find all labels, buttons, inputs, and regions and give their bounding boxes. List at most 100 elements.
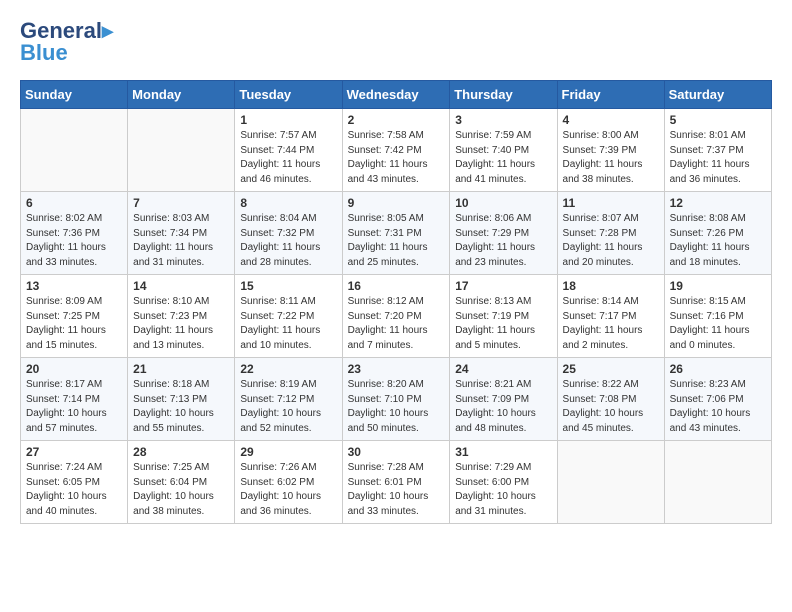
- sunset-text: Sunset: 7:28 PM: [563, 228, 637, 239]
- daylight-text: Daylight: 11 hours and 31 minutes.: [133, 242, 213, 268]
- sunset-text: Sunset: 7:25 PM: [26, 311, 100, 322]
- day-info: Sunrise: 8:17 AMSunset: 7:14 PMDaylight:…: [26, 378, 122, 436]
- calendar-cell: 16Sunrise: 8:12 AMSunset: 7:20 PMDayligh…: [342, 275, 450, 358]
- day-number: 2: [348, 113, 445, 127]
- day-info: Sunrise: 7:29 AMSunset: 6:00 PMDaylight:…: [455, 461, 551, 519]
- daylight-text: Daylight: 11 hours and 36 minutes.: [670, 159, 750, 185]
- sunrise-text: Sunrise: 8:08 AM: [670, 213, 746, 224]
- sunset-text: Sunset: 6:04 PM: [133, 477, 207, 488]
- day-number: 25: [563, 362, 659, 376]
- daylight-text: Daylight: 11 hours and 5 minutes.: [455, 325, 535, 351]
- day-info: Sunrise: 7:28 AMSunset: 6:01 PMDaylight:…: [348, 461, 445, 519]
- calendar-cell: 13Sunrise: 8:09 AMSunset: 7:25 PMDayligh…: [21, 275, 128, 358]
- page-header: General▸Blue: [20, 20, 772, 64]
- daylight-text: Daylight: 11 hours and 28 minutes.: [240, 242, 320, 268]
- calendar-cell: 6Sunrise: 8:02 AMSunset: 7:36 PMDaylight…: [21, 192, 128, 275]
- day-info: Sunrise: 8:10 AMSunset: 7:23 PMDaylight:…: [133, 295, 229, 353]
- calendar-cell: 3Sunrise: 7:59 AMSunset: 7:40 PMDaylight…: [450, 109, 557, 192]
- sunset-text: Sunset: 7:19 PM: [455, 311, 529, 322]
- calendar-week-row: 1Sunrise: 7:57 AMSunset: 7:44 PMDaylight…: [21, 109, 772, 192]
- calendar-cell: 31 Sunrise: 7:29 AMSunset: 6:00 PMDayligh…: [450, 441, 557, 524]
- sunrise-text: Sunrise: 8:17 AM: [26, 379, 102, 390]
- day-info: Sunrise: 8:22 AMSunset: 7:08 PMDaylight:…: [563, 378, 659, 436]
- day-number: 3: [455, 113, 551, 127]
- day-info: Sunrise: 8:20 AMSunset: 7:10 PMDaylight:…: [348, 378, 445, 436]
- sunset-text: Sunset: 7:14 PM: [26, 394, 100, 405]
- day-info: Sunrise: 8:00 AMSunset: 7:39 PMDaylight:…: [563, 129, 659, 187]
- day-number: 22: [240, 362, 336, 376]
- sunrise-text: Sunrise: 8:18 AM: [133, 379, 209, 390]
- calendar-cell: 17Sunrise: 8:13 AMSunset: 7:19 PMDayligh…: [450, 275, 557, 358]
- day-number: 6: [26, 196, 122, 210]
- sunrise-text: Sunrise: 8:21 AM: [455, 379, 531, 390]
- day-info: Sunrise: 8:11 AMSunset: 7:22 PMDaylight:…: [240, 295, 336, 353]
- daylight-text: Daylight: 10 hours and 43 minutes.: [670, 408, 751, 434]
- daylight-text: Daylight: 10 hours and 40 minutes.: [26, 491, 107, 517]
- day-info: Sunrise: 8:06 AMSunset: 7:29 PMDaylight:…: [455, 212, 551, 270]
- sunrise-text: Sunrise: 7:26 AM: [240, 462, 316, 473]
- day-info: Sunrise: 8:21 AMSunset: 7:09 PMDaylight:…: [455, 378, 551, 436]
- calendar-cell: 30 Sunrise: 7:28 AMSunset: 6:01 PMDayligh…: [342, 441, 450, 524]
- sunrise-text: Sunrise: 7:25 AM: [133, 462, 209, 473]
- day-number: 15: [240, 279, 336, 293]
- sunrise-text: Sunrise: 8:11 AM: [240, 296, 315, 307]
- daylight-text: Daylight: 10 hours and 36 minutes.: [240, 491, 321, 517]
- daylight-text: Daylight: 10 hours and 33 minutes.: [348, 491, 429, 517]
- day-header-friday: Friday: [557, 81, 664, 109]
- sunset-text: Sunset: 7:40 PM: [455, 145, 529, 156]
- day-info: Sunrise: 8:08 AMSunset: 7:26 PMDaylight:…: [670, 212, 766, 270]
- sunset-text: Sunset: 7:23 PM: [133, 311, 207, 322]
- day-info: Sunrise: 7:24 AMSunset: 6:05 PMDaylight:…: [26, 461, 122, 519]
- logo-text: General▸Blue: [20, 20, 113, 64]
- calendar-cell: 27 Sunrise: 7:24 AMSunset: 6:05 PMDayligh…: [21, 441, 128, 524]
- calendar-cell: [557, 441, 664, 524]
- sunrise-text: Sunrise: 8:15 AM: [670, 296, 746, 307]
- day-header-tuesday: Tuesday: [235, 81, 342, 109]
- day-number: 1: [240, 113, 336, 127]
- day-header-thursday: Thursday: [450, 81, 557, 109]
- calendar-cell: 25 Sunrise: 8:22 AMSunset: 7:08 PMDayligh…: [557, 358, 664, 441]
- day-info: Sunrise: 8:05 AMSunset: 7:31 PMDaylight:…: [348, 212, 445, 270]
- day-info: Sunrise: 8:04 AMSunset: 7:32 PMDaylight:…: [240, 212, 336, 270]
- daylight-text: Daylight: 11 hours and 23 minutes.: [455, 242, 535, 268]
- day-number: 10: [455, 196, 551, 210]
- sunset-text: Sunset: 7:08 PM: [563, 394, 637, 405]
- day-number: 9: [348, 196, 445, 210]
- calendar-cell: 7Sunrise: 8:03 AMSunset: 7:34 PMDaylight…: [128, 192, 235, 275]
- sunset-text: Sunset: 6:00 PM: [455, 477, 529, 488]
- day-number: 30: [348, 445, 445, 459]
- daylight-text: Daylight: 11 hours and 2 minutes.: [563, 325, 643, 351]
- calendar-cell: 20Sunrise: 8:17 AMSunset: 7:14 PMDayligh…: [21, 358, 128, 441]
- day-number: 27: [26, 445, 122, 459]
- daylight-text: Daylight: 11 hours and 46 minutes.: [240, 159, 320, 185]
- sunset-text: Sunset: 7:37 PM: [670, 145, 744, 156]
- day-number: 21: [133, 362, 229, 376]
- sunrise-text: Sunrise: 8:12 AM: [348, 296, 424, 307]
- sunrise-text: Sunrise: 7:57 AM: [240, 130, 316, 141]
- daylight-text: Daylight: 10 hours and 31 minutes.: [455, 491, 536, 517]
- sunrise-text: Sunrise: 8:07 AM: [563, 213, 639, 224]
- calendar-cell: 11Sunrise: 8:07 AMSunset: 7:28 PMDayligh…: [557, 192, 664, 275]
- sunset-text: Sunset: 7:34 PM: [133, 228, 207, 239]
- day-info: Sunrise: 8:07 AMSunset: 7:28 PMDaylight:…: [563, 212, 659, 270]
- calendar-cell: 10 Sunrise: 8:06 AMSunset: 7:29 PMDayligh…: [450, 192, 557, 275]
- day-info: Sunrise: 8:14 AMSunset: 7:17 PMDaylight:…: [563, 295, 659, 353]
- daylight-text: Daylight: 11 hours and 7 minutes.: [348, 325, 428, 351]
- day-number: 4: [563, 113, 659, 127]
- daylight-text: Daylight: 11 hours and 33 minutes.: [26, 242, 106, 268]
- day-info: Sunrise: 8:13 AMSunset: 7:19 PMDaylight:…: [455, 295, 551, 353]
- logo: General▸Blue: [20, 20, 113, 64]
- daylight-text: Daylight: 11 hours and 41 minutes.: [455, 159, 535, 185]
- daylight-text: Daylight: 10 hours and 55 minutes.: [133, 408, 214, 434]
- sunset-text: Sunset: 7:39 PM: [563, 145, 637, 156]
- calendar-cell: 22 Sunrise: 8:19 AMSunset: 7:12 PMDayligh…: [235, 358, 342, 441]
- calendar-cell: 21Sunrise: 8:18 AMSunset: 7:13 PMDayligh…: [128, 358, 235, 441]
- daylight-text: Daylight: 11 hours and 25 minutes.: [348, 242, 428, 268]
- day-number: 31: [455, 445, 551, 459]
- day-info: Sunrise: 7:25 AMSunset: 6:04 PMDaylight:…: [133, 461, 229, 519]
- day-number: 14: [133, 279, 229, 293]
- day-info: Sunrise: 8:19 AMSunset: 7:12 PMDaylight:…: [240, 378, 336, 436]
- calendar-cell: [21, 109, 128, 192]
- sunset-text: Sunset: 7:17 PM: [563, 311, 637, 322]
- sunset-text: Sunset: 6:05 PM: [26, 477, 100, 488]
